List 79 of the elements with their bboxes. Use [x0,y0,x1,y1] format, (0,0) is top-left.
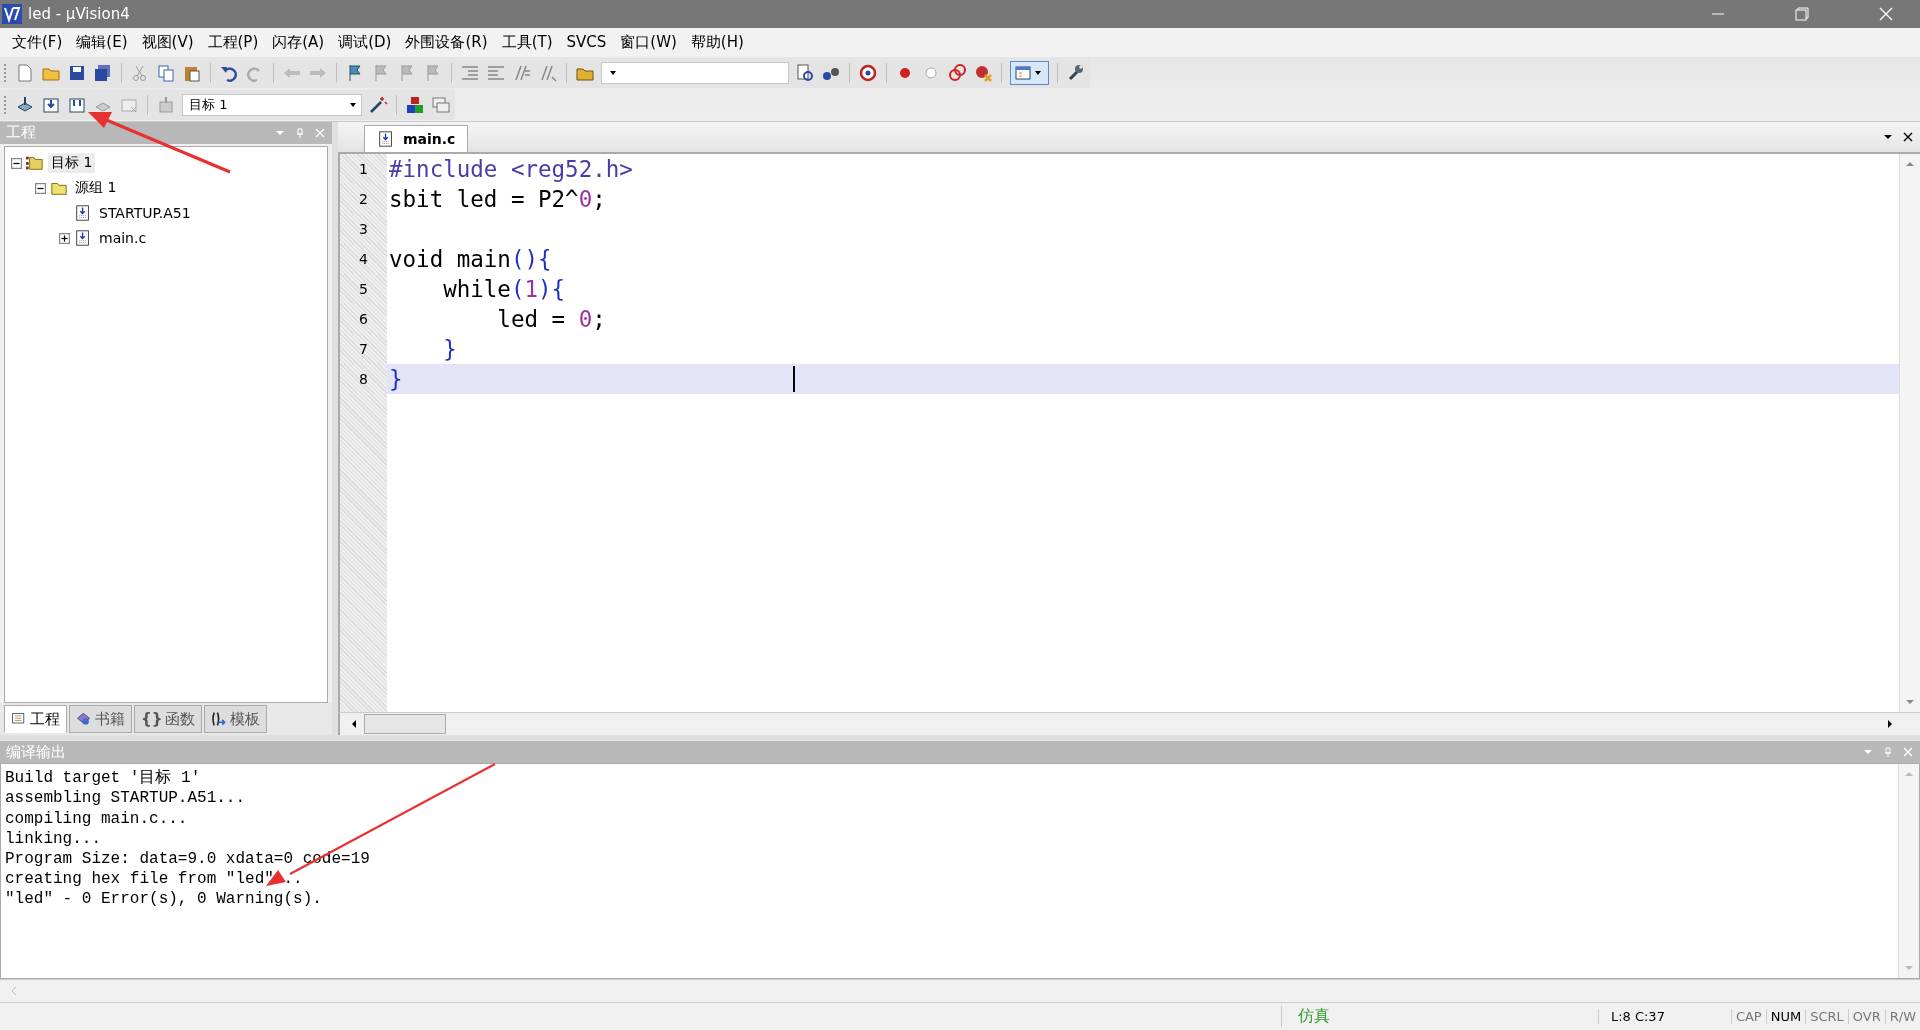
linked-circles-icon[interactable] [947,62,967,83]
file-icon [74,204,92,223]
debug-icon[interactable] [858,62,878,83]
find-icon[interactable] [795,62,815,83]
scrollbar-thumb[interactable] [364,714,446,735]
output-line: assembling STARTUP.A51... [5,788,247,809]
file-icon [74,229,92,248]
target-select[interactable]: 目标 1 [182,93,362,116]
menu-item[interactable]: 外围设备(R) [401,32,496,52]
code-line: led = 0; [496,305,606,332]
cursor-position: L:8 C:37 [1597,1009,1731,1025]
find-combo[interactable] [601,61,789,84]
menu-item[interactable]: SVCS [562,33,615,52]
line-number: 7 [340,333,387,364]
line-number: 1 [340,153,387,184]
copy-icon[interactable] [156,62,176,83]
save-all-icon[interactable] [93,62,113,83]
components-icon[interactable] [405,94,425,115]
window-layout-button[interactable] [1010,60,1049,85]
status-indicator: NUM [1765,1009,1806,1025]
code-line: while(1){ [442,275,566,302]
magic-wand-icon[interactable] [368,94,388,115]
status-indicator: CAP [1730,1009,1766,1025]
code-line: void main(){ [389,245,552,272]
menu-item[interactable]: 工具(T) [497,32,561,52]
code-line: #include <reg52.h> [389,155,633,182]
tree-item[interactable]: main.c [96,229,150,248]
tree-item[interactable]: 源组 1 [72,178,120,199]
menu-item[interactable]: 调试(D) [334,32,400,52]
panel-tab[interactable]: {} 函数 [134,705,203,734]
wrench-icon[interactable] [1066,62,1086,83]
pin-icon[interactable] [1882,746,1894,759]
load-icon[interactable] [156,94,176,115]
output-line: Build target '目标 1' [5,768,202,789]
book-icon [76,711,92,728]
panel-tab[interactable]: 工程 [4,705,67,734]
line-number: 4 [340,243,387,274]
line-number: 8 [340,363,387,394]
new-file-icon[interactable] [15,62,35,83]
panel-title: 工程 [6,123,36,143]
output-line: compiling main.c... [5,808,189,829]
app-icon [2,3,22,24]
collapse-icon[interactable] [35,182,46,194]
line-number: 6 [340,303,387,334]
status-indicator: R/W [1884,1009,1920,1025]
menu-item[interactable]: 编辑(E) [72,32,136,52]
folder-icon [26,154,44,173]
menu-item[interactable]: 窗口(W) [616,32,685,52]
collapse-icon[interactable] [11,157,22,169]
menu-item[interactable]: 视图(V) [137,32,202,52]
line-number: 3 [340,213,387,244]
status-indicator: OVR [1847,1009,1885,1025]
menu-item[interactable]: 帮助(H) [686,32,752,52]
menu-item[interactable]: 工程(P) [203,32,267,52]
window-title: led - µVision4 [28,4,130,23]
tree-item[interactable]: STARTUP.A51 [96,204,194,223]
file-tab[interactable]: main.c [364,124,469,152]
windows-icon[interactable] [431,94,451,115]
panel-tab[interactable]: 模板 [204,705,268,734]
line-number: 2 [340,183,387,214]
line-number: 5 [340,273,387,304]
panel-tab[interactable]: 书籍 [69,705,132,734]
pin-icon[interactable] [294,126,306,139]
close-icon[interactable] [1902,130,1914,143]
code-line: } [442,335,457,362]
code-line: } [389,365,403,392]
menu-item[interactable]: 文件(F) [8,32,71,52]
file-icon [377,129,395,148]
status-indicator: SCRL [1805,1009,1848,1025]
panel-title: 编译输出 [6,742,66,762]
tree-item[interactable]: 目标 1 [48,153,96,174]
expand-icon[interactable] [59,232,70,244]
menu-item[interactable]: 闪存(A) [268,32,333,52]
output-line: linking... [5,828,102,849]
text-cursor [792,365,795,392]
template-icon [211,711,228,728]
output-line: "led" - 0 Error(s), 0 Warning(s). [5,889,323,910]
status-mode: 仿真 [1280,1006,1598,1028]
code-line: sbit led = P2^0; [389,185,606,212]
